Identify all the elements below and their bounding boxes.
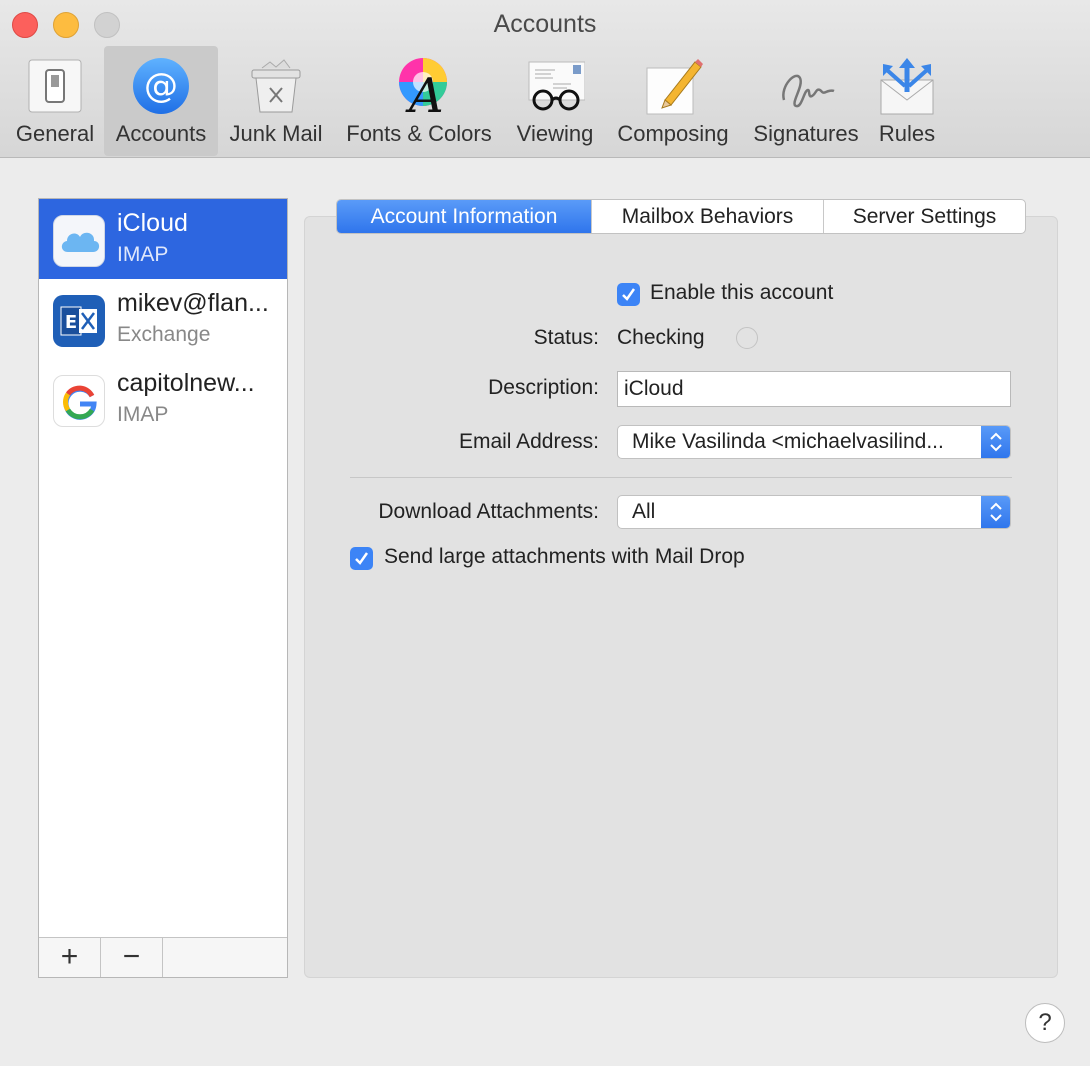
tab-mailbox-behaviors[interactable]: Mailbox Behaviors <box>592 200 824 233</box>
toolbar-accounts[interactable]: @ Accounts <box>104 46 218 156</box>
status-indicator <box>736 327 758 349</box>
status-label: Status: <box>533 326 599 349</box>
email-address-value: Mike Vasilinda <michaelvasilind... <box>632 430 944 453</box>
tab-account-information[interactable]: Account Information <box>337 200 592 233</box>
status-value: Checking <box>617 326 705 349</box>
toolbar-label: Fonts & Colors <box>346 121 492 146</box>
svg-text:A: A <box>405 68 444 116</box>
download-attachments-value: All <box>632 500 656 523</box>
google-icon <box>53 375 105 427</box>
signature-icon <box>776 56 836 116</box>
pencil-icon <box>643 56 703 116</box>
window-title: Accounts <box>493 10 597 38</box>
exchange-icon: E <box>53 295 105 347</box>
up-down-chevron-icon <box>981 496 1010 528</box>
icloud-icon <box>53 215 105 267</box>
toolbar-label: Viewing <box>516 121 594 146</box>
remove-account-button[interactable]: − <box>101 938 163 977</box>
toolbar-label: Composing <box>617 121 729 146</box>
list-footer: + − <box>39 937 287 977</box>
toolbar-fonts-colors[interactable]: A Fonts & Colors <box>336 46 502 156</box>
tab-server-settings[interactable]: Server Settings <box>824 200 1025 233</box>
download-attachments-popup[interactable]: All <box>617 495 1011 529</box>
envelope-arrows-icon <box>877 56 937 116</box>
toolbar-label: Rules <box>878 121 936 146</box>
window-toolbar: Accounts General @ Accounts Junk Mail A … <box>0 0 1090 158</box>
toolbar-composing[interactable]: Composing <box>608 46 738 156</box>
settings-tabs: Account Information Mailbox Behaviors Se… <box>336 199 1026 234</box>
svg-text:E: E <box>65 312 77 333</box>
accounts-list: iCloud IMAP E mikev@flan... Exchange cap… <box>38 198 288 978</box>
download-attachments-label: Download Attachments: <box>378 500 599 523</box>
up-down-chevron-icon <box>981 426 1010 458</box>
checkmark-icon <box>622 288 636 301</box>
enable-account-label: Enable this account <box>650 281 834 304</box>
add-account-button[interactable]: + <box>39 938 101 977</box>
account-type: IMAP <box>117 403 169 426</box>
email-address-popup[interactable]: Mike Vasilinda <michaelvasilind... <box>617 425 1011 459</box>
toolbar-label: Junk Mail <box>229 121 323 146</box>
toolbar-label: General <box>15 121 95 146</box>
trash-icon <box>246 56 306 116</box>
glasses-icon <box>525 56 586 116</box>
toolbar-viewing[interactable]: Viewing <box>508 46 602 156</box>
description-label: Description: <box>488 376 599 399</box>
section-divider <box>350 477 1012 478</box>
svg-text:@: @ <box>144 66 178 106</box>
toolbar-rules[interactable]: Rules <box>872 46 942 156</box>
account-row-google[interactable]: capitolnew... IMAP <box>39 359 287 439</box>
at-sign-icon: @ <box>131 56 191 116</box>
account-type: IMAP <box>117 243 169 266</box>
account-name: iCloud <box>117 209 188 237</box>
help-button[interactable]: ? <box>1025 1003 1065 1043</box>
description-field[interactable]: iCloud <box>617 371 1011 407</box>
font-color-wheel-icon: A <box>389 56 449 124</box>
checkmark-icon <box>355 552 369 565</box>
toolbar-signatures[interactable]: Signatures <box>744 46 868 156</box>
mail-drop-label: Send large attachments with Mail Drop <box>384 545 745 568</box>
toolbar-general[interactable]: General <box>6 46 104 156</box>
switch-icon <box>25 56 85 116</box>
account-row-icloud[interactable]: iCloud IMAP <box>39 199 287 279</box>
mail-drop-checkbox[interactable] <box>350 547 373 570</box>
toolbar-label: Signatures <box>753 121 859 146</box>
account-row-exchange[interactable]: E mikev@flan... Exchange <box>39 279 287 359</box>
email-address-label: Email Address: <box>458 430 599 453</box>
enable-account-checkbox[interactable] <box>617 283 640 306</box>
toolbar-junk-mail[interactable]: Junk Mail <box>222 46 330 156</box>
account-type: Exchange <box>117 323 211 346</box>
toolbar-label: Accounts <box>115 121 207 146</box>
account-name: capitolnew... <box>117 369 255 397</box>
account-name: mikev@flan... <box>117 289 269 317</box>
